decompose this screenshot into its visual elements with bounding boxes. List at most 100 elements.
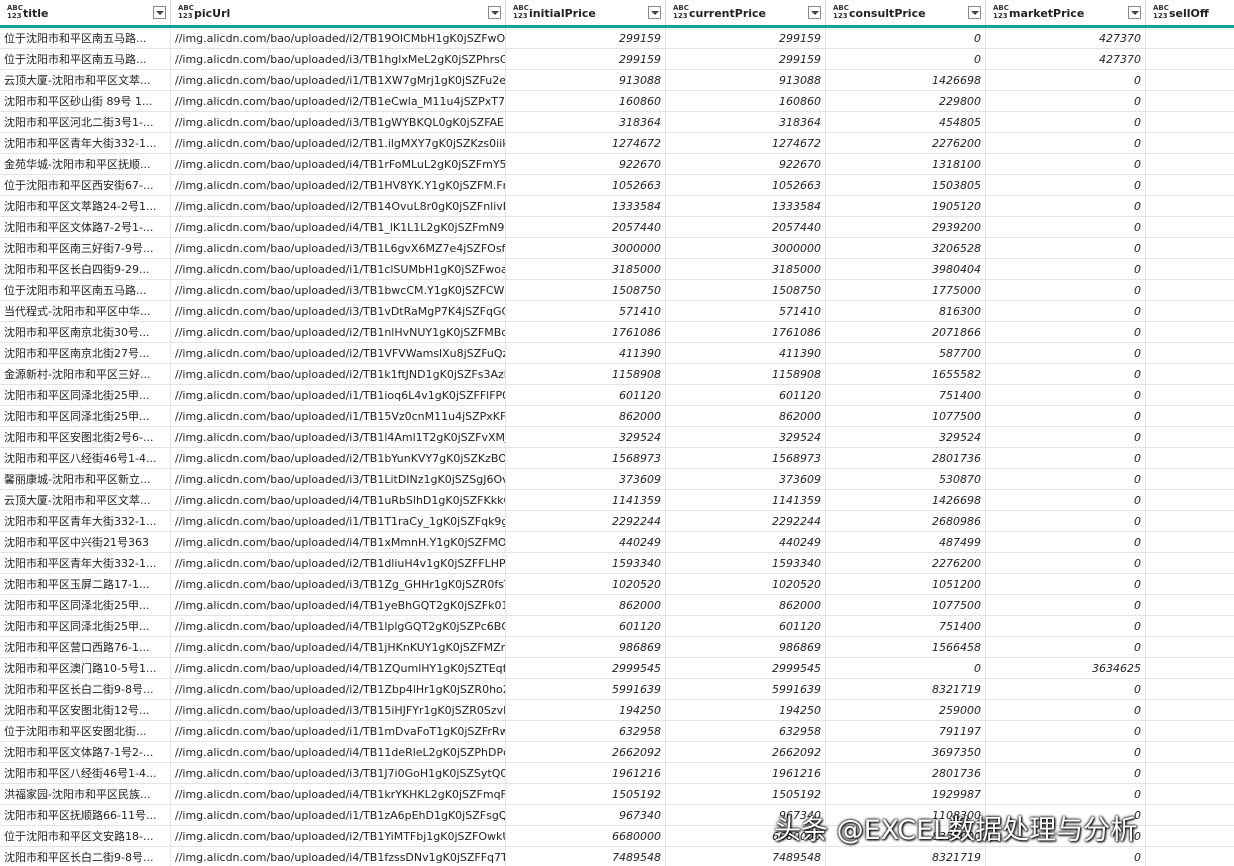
cell-currentPrice[interactable]: 1333584 bbox=[666, 196, 826, 217]
table-row[interactable]: 沈阳市和平区文体路7-1号2-...//img.alicdn.com/bao/u… bbox=[0, 742, 1234, 763]
cell-consultPrice[interactable]: 751400 bbox=[826, 385, 986, 406]
table-row[interactable]: 沈阳市和平区玉屏二路17-1...//img.alicdn.com/bao/up… bbox=[0, 574, 1234, 595]
table-row[interactable]: 云顶大厦-沈阳市和平区文萃...//img.alicdn.com/bao/upl… bbox=[0, 490, 1234, 511]
cell-title[interactable]: 沈阳市和平区营口西路76-1... bbox=[0, 637, 171, 658]
cell-picUrl[interactable]: //img.alicdn.com/bao/uploaded/i1/TB1ioq6… bbox=[171, 385, 506, 406]
cell-picUrl[interactable]: //img.alicdn.com/bao/uploaded/i3/TB1bwcC… bbox=[171, 280, 506, 301]
cell-initialPrice[interactable]: 1333584 bbox=[506, 196, 666, 217]
cell-currentPrice[interactable]: 1508750 bbox=[666, 280, 826, 301]
cell-currentPrice[interactable]: 318364 bbox=[666, 112, 826, 133]
cell-marketPrice[interactable]: 0 bbox=[986, 259, 1146, 280]
cell-marketPrice[interactable]: 0 bbox=[986, 217, 1146, 238]
cell-marketPrice[interactable]: 0 bbox=[986, 448, 1146, 469]
cell-picUrl[interactable]: //img.alicdn.com/bao/uploaded/i3/TB1l4Am… bbox=[171, 427, 506, 448]
table-row[interactable]: 位于沈阳市和平区南五马路...//img.alicdn.com/bao/uplo… bbox=[0, 28, 1234, 49]
filter-dropdown-icon[interactable] bbox=[153, 6, 166, 19]
cell-marketPrice[interactable]: 0 bbox=[986, 721, 1146, 742]
cell-picUrl[interactable]: //img.alicdn.com/bao/uploaded/i3/TB1hglx… bbox=[171, 49, 506, 70]
cell-picUrl[interactable]: //img.alicdn.com/bao/uploaded/i2/TB19OlC… bbox=[171, 28, 506, 49]
cell-currentPrice[interactable]: 160860 bbox=[666, 91, 826, 112]
cell-marketPrice[interactable]: 0 bbox=[986, 301, 1146, 322]
cell-consultPrice[interactable]: 1077500 bbox=[826, 595, 986, 616]
cell-initialPrice[interactable]: 967340 bbox=[506, 805, 666, 826]
cell-sellOff[interactable] bbox=[1146, 679, 1234, 700]
cell-consultPrice[interactable]: 751400 bbox=[826, 616, 986, 637]
cell-initialPrice[interactable]: 601120 bbox=[506, 385, 666, 406]
cell-initialPrice[interactable]: 1508750 bbox=[506, 280, 666, 301]
cell-picUrl[interactable]: //img.alicdn.com/bao/uploaded/i3/TB1gWYB… bbox=[171, 112, 506, 133]
cell-marketPrice[interactable]: 0 bbox=[986, 553, 1146, 574]
cell-title[interactable]: 沈阳市和平区中兴街21号363 bbox=[0, 532, 171, 553]
cell-marketPrice[interactable]: 0 bbox=[986, 763, 1146, 784]
table-row[interactable]: 沈阳市和平区八经街46号1-4...//img.alicdn.com/bao/u… bbox=[0, 763, 1234, 784]
cell-currentPrice[interactable]: 1020520 bbox=[666, 574, 826, 595]
cell-sellOff[interactable] bbox=[1146, 322, 1234, 343]
table-row[interactable]: 沈阳市和平区长白二街9-8号...//img.alicdn.com/bao/up… bbox=[0, 679, 1234, 700]
cell-picUrl[interactable]: //img.alicdn.com/bao/uploaded/i4/TB1xMmn… bbox=[171, 532, 506, 553]
cell-title[interactable]: 位于沈阳市和平区南五马路... bbox=[0, 49, 171, 70]
table-row[interactable]: 沈阳市和平区青年大街332-1...//img.alicdn.com/bao/u… bbox=[0, 511, 1234, 532]
cell-picUrl[interactable]: //img.alicdn.com/bao/uploaded/i4/TB1lplg… bbox=[171, 616, 506, 637]
cell-sellOff[interactable] bbox=[1146, 511, 1234, 532]
cell-sellOff[interactable] bbox=[1146, 154, 1234, 175]
cell-marketPrice[interactable]: 0 bbox=[986, 322, 1146, 343]
cell-consultPrice[interactable]: 1566458 bbox=[826, 637, 986, 658]
cell-marketPrice[interactable]: 0 bbox=[986, 742, 1146, 763]
cell-consultPrice[interactable]: 329524 bbox=[826, 427, 986, 448]
cell-initialPrice[interactable]: 5991639 bbox=[506, 679, 666, 700]
cell-sellOff[interactable] bbox=[1146, 847, 1234, 866]
cell-consultPrice[interactable]: 1051200 bbox=[826, 574, 986, 595]
cell-picUrl[interactable]: //img.alicdn.com/bao/uploaded/i3/TB1L6gv… bbox=[171, 238, 506, 259]
table-row[interactable]: 沈阳市和平区河北二街3号1-...//img.alicdn.com/bao/up… bbox=[0, 112, 1234, 133]
cell-sellOff[interactable] bbox=[1146, 658, 1234, 679]
cell-title[interactable]: 沈阳市和平区长白四街9-29... bbox=[0, 259, 171, 280]
cell-picUrl[interactable]: //img.alicdn.com/bao/uploaded/i4/TB1ZQum… bbox=[171, 658, 506, 679]
cell-title[interactable]: 沈阳市和平区玉屏二路17-1... bbox=[0, 574, 171, 595]
cell-title[interactable]: 沈阳市和平区文体路7-2号1-... bbox=[0, 217, 171, 238]
cell-marketPrice[interactable]: 0 bbox=[986, 490, 1146, 511]
cell-marketPrice[interactable]: 427370 bbox=[986, 49, 1146, 70]
cell-sellOff[interactable] bbox=[1146, 469, 1234, 490]
cell-picUrl[interactable]: //img.alicdn.com/bao/uploaded/i4/TB1krYK… bbox=[171, 784, 506, 805]
cell-currentPrice[interactable]: 7489548 bbox=[666, 847, 826, 866]
cell-marketPrice[interactable]: 0 bbox=[986, 595, 1146, 616]
cell-title[interactable]: 沈阳市和平区安图北街12号... bbox=[0, 700, 171, 721]
cell-picUrl[interactable]: //img.alicdn.com/bao/uploaded/i3/TB15iHJ… bbox=[171, 700, 506, 721]
cell-title[interactable]: 沈阳市和平区八经街46号1-4... bbox=[0, 763, 171, 784]
cell-title[interactable]: 位于沈阳市和平区南五马路... bbox=[0, 280, 171, 301]
cell-picUrl[interactable]: //img.alicdn.com/bao/uploaded/i1/TB15Vz0… bbox=[171, 406, 506, 427]
cell-sellOff[interactable] bbox=[1146, 721, 1234, 742]
cell-title[interactable]: 云顶大厦-沈阳市和平区文萃... bbox=[0, 70, 171, 91]
cell-marketPrice[interactable]: 0 bbox=[986, 406, 1146, 427]
cell-sellOff[interactable] bbox=[1146, 364, 1234, 385]
cell-initialPrice[interactable]: 318364 bbox=[506, 112, 666, 133]
cell-currentPrice[interactable]: 1141359 bbox=[666, 490, 826, 511]
cell-title[interactable]: 当代程式-沈阳市和平区中华... bbox=[0, 301, 171, 322]
cell-currentPrice[interactable]: 862000 bbox=[666, 595, 826, 616]
cell-initialPrice[interactable]: 7489548 bbox=[506, 847, 666, 866]
cell-initialPrice[interactable]: 3000000 bbox=[506, 238, 666, 259]
cell-marketPrice[interactable]: 0 bbox=[986, 532, 1146, 553]
cell-sellOff[interactable] bbox=[1146, 427, 1234, 448]
table-row[interactable]: 沈阳市和平区同泽北街25甲...//img.alicdn.com/bao/upl… bbox=[0, 595, 1234, 616]
table-row[interactable]: 沈阳市和平区八经街46号1-4...//img.alicdn.com/bao/u… bbox=[0, 448, 1234, 469]
cell-sellOff[interactable] bbox=[1146, 70, 1234, 91]
cell-sellOff[interactable] bbox=[1146, 217, 1234, 238]
cell-initialPrice[interactable]: 1141359 bbox=[506, 490, 666, 511]
cell-consultPrice[interactable]: 8321719 bbox=[826, 679, 986, 700]
cell-marketPrice[interactable]: 0 bbox=[986, 70, 1146, 91]
cell-picUrl[interactable]: //img.alicdn.com/bao/uploaded/i1/TB1T1ra… bbox=[171, 511, 506, 532]
cell-sellOff[interactable] bbox=[1146, 637, 1234, 658]
cell-picUrl[interactable]: //img.alicdn.com/bao/uploaded/i1/TB1clSU… bbox=[171, 259, 506, 280]
cell-sellOff[interactable] bbox=[1146, 826, 1234, 847]
cell-initialPrice[interactable]: 1568973 bbox=[506, 448, 666, 469]
cell-marketPrice[interactable]: 0 bbox=[986, 238, 1146, 259]
table-row[interactable]: 沈阳市和平区青年大街332-1...//img.alicdn.com/bao/u… bbox=[0, 133, 1234, 154]
cell-picUrl[interactable]: //img.alicdn.com/bao/uploaded/i2/TB1.ilg… bbox=[171, 133, 506, 154]
table-row[interactable]: 沈阳市和平区长白二街9-8号...//img.alicdn.com/bao/up… bbox=[0, 847, 1234, 866]
cell-currentPrice[interactable]: 1568973 bbox=[666, 448, 826, 469]
table-row[interactable]: 沈阳市和平区澳门路10-5号1...//img.alicdn.com/bao/u… bbox=[0, 658, 1234, 679]
cell-sellOff[interactable] bbox=[1146, 700, 1234, 721]
cell-currentPrice[interactable]: 571410 bbox=[666, 301, 826, 322]
cell-marketPrice[interactable]: 0 bbox=[986, 616, 1146, 637]
